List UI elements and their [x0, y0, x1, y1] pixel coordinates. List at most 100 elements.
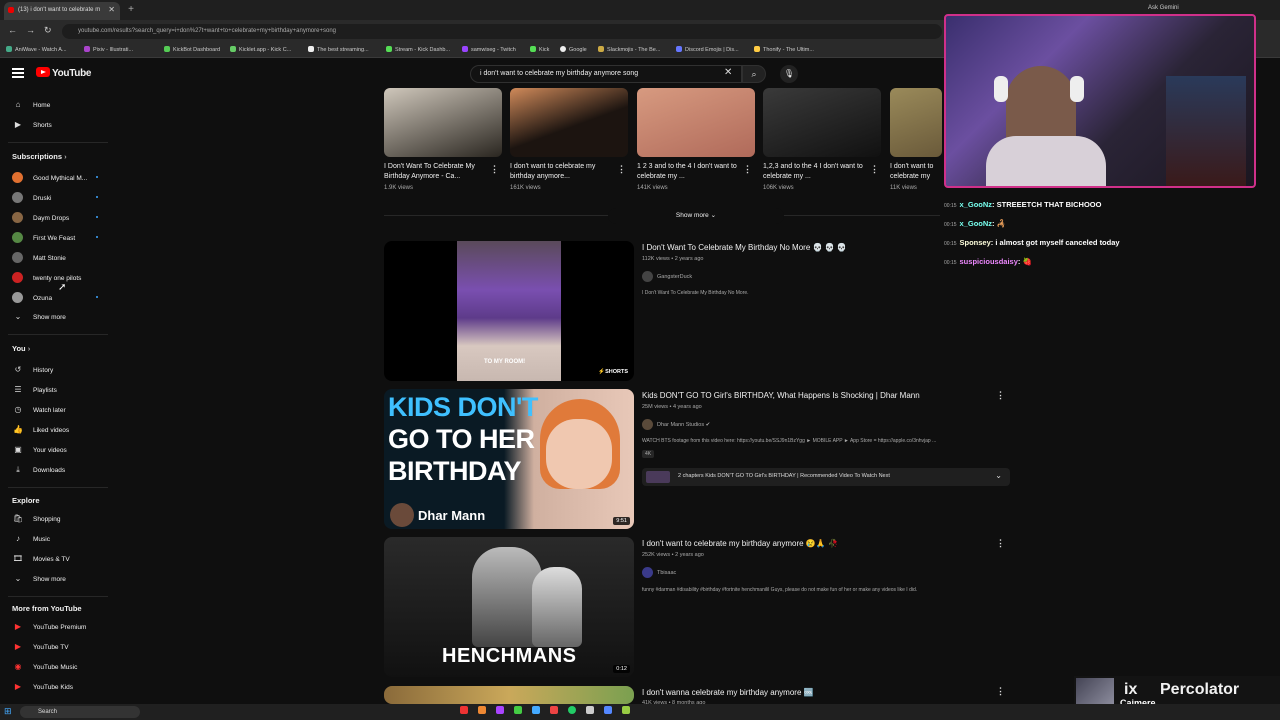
- video-thumbnail[interactable]: TO MY ROOM! ⚡SHORTS: [384, 241, 634, 381]
- reload-icon[interactable]: ↻: [44, 25, 52, 36]
- hamburger-menu-icon[interactable]: [12, 68, 24, 78]
- bookmark-item[interactable]: Slackmojis - The Be...: [598, 46, 660, 53]
- short-title[interactable]: 1,2,3 and to the 4 I don't want to celeb…: [763, 162, 871, 182]
- taskbar-app-icon[interactable]: [622, 706, 630, 714]
- subscriptions-show-more[interactable]: ⌄ Show more: [12, 312, 66, 321]
- taskbar-app-icon[interactable]: [550, 706, 558, 714]
- sidebar-item-youtube-premium[interactable]: ▶ YouTube Premium: [12, 622, 86, 631]
- sidebar-item-youtube-tv[interactable]: ▶ YouTube TV: [12, 642, 69, 651]
- more-options-icon[interactable]: ⋮: [617, 164, 626, 175]
- bookmark-item[interactable]: KickBot Dashboard: [164, 46, 220, 53]
- short-thumbnail[interactable]: [384, 88, 502, 157]
- youtube-logo-icon[interactable]: [36, 67, 50, 77]
- more-options-icon[interactable]: ⋮: [743, 164, 752, 175]
- channel-link[interactable]: Tbisaac: [642, 567, 676, 578]
- sidebar-item-youtube-kids[interactable]: ▶ YouTube Kids: [12, 682, 73, 691]
- sidebar-item-youtube-music[interactable]: ◉ YouTube Music: [12, 662, 78, 671]
- video-title[interactable]: I don't wanna celebrate my birthday anym…: [642, 688, 814, 697]
- sidebar-item-subscription[interactable]: Daym Drops: [12, 212, 69, 223]
- you-heading[interactable]: You ›: [12, 344, 30, 353]
- forward-icon[interactable]: →: [26, 25, 35, 35]
- sidebar-item-liked-videos[interactable]: 👍 Liked videos: [12, 425, 69, 434]
- clear-search-icon[interactable]: ✕: [724, 67, 732, 78]
- sidebar-item-your-videos[interactable]: ▣ Your videos: [12, 445, 67, 454]
- sidebar-item-subscription[interactable]: Druski: [12, 192, 51, 203]
- bookmark-item[interactable]: The best streaming...: [308, 46, 369, 53]
- sidebar-item-subscription[interactable]: Ozuna: [12, 292, 52, 303]
- short-title[interactable]: I Don't Want To Celebrate My Birthday An…: [384, 162, 492, 182]
- short-thumbnail[interactable]: [510, 88, 628, 157]
- short-title[interactable]: I don't want to celebrate my birthday an…: [510, 162, 618, 182]
- youtube-logo-text[interactable]: YouTube: [52, 68, 92, 79]
- voice-search-icon[interactable]: 🎙: [780, 65, 798, 83]
- short-thumbnail[interactable]: [637, 88, 755, 157]
- chapters-bar[interactable]: 2 chapters Kids DON'T GO TO Girl's BIRTH…: [642, 468, 1010, 486]
- bookmark-item[interactable]: Google: [560, 46, 587, 53]
- taskbar-app-icon[interactable]: [532, 706, 540, 714]
- bookmark-item[interactable]: AniWave - Watch A...: [6, 46, 67, 53]
- taskbar-app-icon[interactable]: [514, 706, 522, 714]
- ask-gemini-button[interactable]: Ask Gemini: [1148, 5, 1179, 11]
- sidebar-item-downloads[interactable]: ⤓ Downloads: [12, 465, 65, 475]
- more-options-icon[interactable]: ⋮: [490, 164, 499, 175]
- sidebar-item-subscription[interactable]: Good Mythical M...: [12, 172, 87, 183]
- short-title[interactable]: I don't want to celebrate my birthday an…: [890, 162, 940, 182]
- video-thumbnail[interactable]: KIDS DON'T GO TO HER BIRTHDAY Dhar Mann …: [384, 389, 634, 529]
- taskbar-app-icon[interactable]: [460, 706, 468, 714]
- more-options-icon[interactable]: ⋮: [996, 686, 1005, 697]
- bookmark-item[interactable]: Kicklet.app - Kick C...: [230, 46, 291, 53]
- sidebar-item-subscription[interactable]: twenty one pilots: [12, 272, 81, 283]
- short-thumbnail[interactable]: [890, 88, 942, 157]
- back-icon[interactable]: ←: [8, 25, 17, 35]
- sidebar-divider: [8, 142, 108, 143]
- bookmark-item[interactable]: Stream - Kick Dashb...: [386, 46, 450, 53]
- sidebar-item-shorts[interactable]: ▶ Shorts: [12, 120, 52, 129]
- sidebar-item-music[interactable]: ♪ Music: [12, 534, 50, 543]
- avatar: [12, 292, 23, 303]
- more-options-icon[interactable]: ⋮: [996, 390, 1005, 401]
- windows-start-icon[interactable]: ⊞: [4, 706, 12, 717]
- chat-message: 00:15 suspiciousdaisy: 🍓: [944, 257, 1032, 266]
- taskbar-app-icon[interactable]: [586, 706, 594, 714]
- chevron-down-icon[interactable]: ⌄: [995, 471, 1002, 480]
- sidebar-item-home[interactable]: ⌂ Home: [12, 100, 51, 109]
- video-title[interactable]: Kids DON'T GO TO Girl's BIRTHDAY, What H…: [642, 391, 920, 400]
- search-input[interactable]: i don't want to celebrate my birthday an…: [470, 65, 742, 83]
- taskbar-app-icon[interactable]: [496, 706, 504, 714]
- search-button[interactable]: ⌕: [742, 65, 766, 83]
- show-more-button[interactable]: Show more ⌄: [608, 208, 784, 224]
- explore-show-more[interactable]: ⌄ Show more: [12, 574, 66, 583]
- close-tab-icon[interactable]: ✕: [108, 5, 115, 14]
- short-title[interactable]: 1 2 3 and to the 4 I don't want to celeb…: [637, 162, 745, 182]
- sidebar-item-history[interactable]: ↺ History: [12, 365, 54, 374]
- bookmark-item[interactable]: samwiseg - Twitch: [462, 46, 516, 53]
- more-options-icon[interactable]: ⋮: [996, 538, 1005, 549]
- video-thumbnail[interactable]: HENCHMANS 0:12: [384, 537, 634, 677]
- sidebar-item-movies-tv[interactable]: 🎞 Movies & TV: [12, 554, 70, 563]
- browser-tab[interactable]: (13) i don't want to celebrate m ✕: [4, 2, 120, 20]
- bookmark-item[interactable]: Pixiv - Illustrati...: [84, 46, 133, 53]
- sidebar-item-subscription[interactable]: First We Feast: [12, 232, 75, 243]
- sidebar-item-shopping[interactable]: 🛍 Shopping: [12, 514, 61, 523]
- video-title[interactable]: I Don't Want To Celebrate My Birthday No…: [642, 243, 847, 252]
- sidebar-item-subscription[interactable]: Matt Stonie: [12, 252, 66, 263]
- bookmark-item[interactable]: Discord Emojis | Dis...: [676, 46, 739, 53]
- sidebar-item-playlists[interactable]: ☰ Playlists: [12, 385, 56, 394]
- new-tab-button[interactable]: +: [124, 4, 138, 16]
- video-thumbnail[interactable]: [384, 686, 634, 704]
- new-content-dot: [96, 236, 98, 238]
- bookmark-item[interactable]: Thonify - The Ultim...: [754, 46, 814, 53]
- video-title[interactable]: I don't want to celebrate my birthday an…: [642, 539, 838, 548]
- bookmark-item[interactable]: Kick: [530, 46, 549, 53]
- channel-link[interactable]: GangsterDuck: [642, 271, 692, 282]
- subscriptions-heading[interactable]: Subscriptions ›: [12, 152, 67, 161]
- taskbar-app-icon[interactable]: [568, 706, 576, 714]
- channel-link[interactable]: Dhar Mann Studios ✔: [642, 419, 710, 430]
- more-options-icon[interactable]: ⋮: [870, 164, 879, 175]
- taskbar-search[interactable]: Search: [20, 706, 140, 718]
- taskbar-app-icon[interactable]: [478, 706, 486, 714]
- taskbar-app-icon[interactable]: [604, 706, 612, 714]
- sidebar-item-watch-later[interactable]: ◷ Watch later: [12, 405, 66, 414]
- short-thumbnail[interactable]: [763, 88, 881, 157]
- url-field[interactable]: youtube.com/results?search_query=i+don%2…: [62, 24, 942, 39]
